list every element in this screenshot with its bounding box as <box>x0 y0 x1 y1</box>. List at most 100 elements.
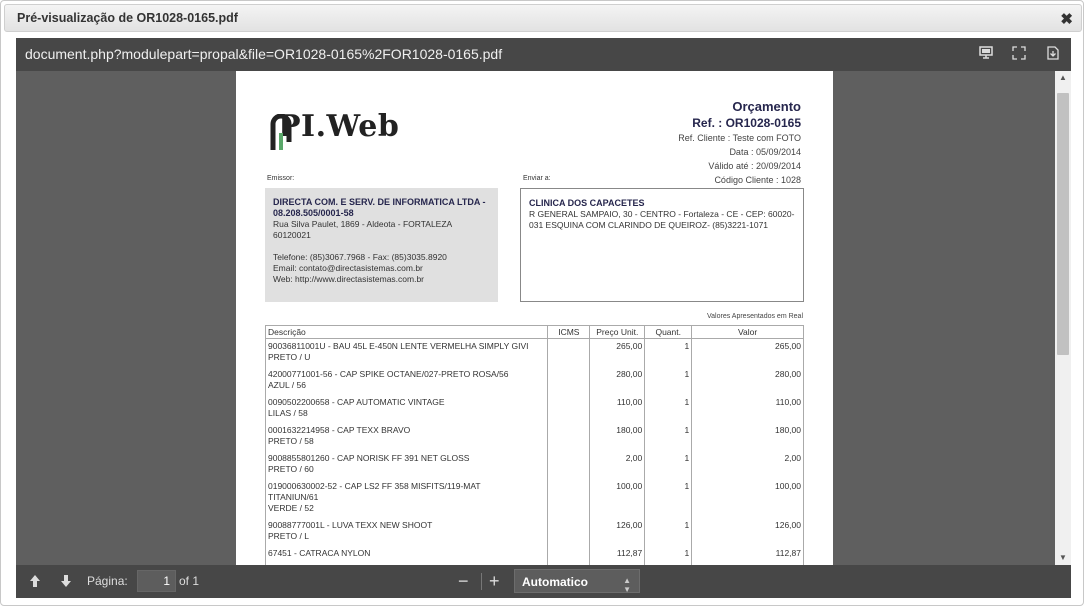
line-unit-price: 2,00 <box>589 451 646 479</box>
line-icms <box>547 451 591 479</box>
logo-mark-icon <box>270 114 292 150</box>
scroll-down-icon[interactable]: ▼ <box>1055 551 1071 565</box>
line-desc: 90088777001L - LUVA TEXX NEW SHOOT PRETO… <box>264 518 549 546</box>
line-unit-price: 126,00 <box>589 518 646 546</box>
emissor-phone: Telefone: (85)3067.7968 - Fax: (85)3035.… <box>273 252 447 262</box>
emissor-name: DIRECTA COM. E SERV. DE INFORMATICA LTDA… <box>273 197 486 218</box>
table-row: 9008855801260 - CAP NORISK FF 391 NET GL… <box>264 451 804 479</box>
close-icon[interactable]: ✖ <box>1060 10 1073 28</box>
viewer-toolbar: document.php?modulepart=propal&file=OR10… <box>16 38 1071 71</box>
col-value: Valor <box>691 325 804 339</box>
currency-note: Valores Apresentados em Real <box>707 313 803 320</box>
line-icms <box>547 546 591 565</box>
scrollbar-thumb[interactable] <box>1057 93 1069 355</box>
line-qty: 1 <box>644 451 693 479</box>
page-label: Página: <box>87 574 128 588</box>
emissor-address: Rua Silva Paulet, 1869 - Aldeota - FORTA… <box>273 219 452 240</box>
line-value: 265,00 <box>691 338 804 367</box>
preview-dialog: Pré-visualização de OR1028-0165.pdf ✖ do… <box>0 0 1084 606</box>
lines-table: Descrição ICMS Preço Unit. Quant. Valor … <box>264 325 804 565</box>
line-desc: 90036811001U - BAU 45L E-450N LENTE VERM… <box>264 338 549 367</box>
doc-client-code: Código Cliente : 1028 <box>714 175 801 185</box>
dialog-titlebar: Pré-visualização de OR1028-0165.pdf ✖ <box>4 4 1082 32</box>
viewer-bottom-toolbar: Página: of 1 − + Automatico ▲▼ <box>16 565 1071 598</box>
line-unit-price: 180,00 <box>589 423 646 451</box>
line-qty: 1 <box>644 367 693 395</box>
line-desc: 0001632214958 - CAP TEXX BRAVO PRETO / 5… <box>264 423 549 451</box>
table-row: 90036811001U - BAU 45L E-450N LENTE VERM… <box>264 338 804 367</box>
line-desc: 0090502200658 - CAP AUTOMATIC VINTAGE LI… <box>264 395 549 423</box>
line-icms <box>547 338 591 367</box>
line-qty: 1 <box>644 423 693 451</box>
line-qty: 1 <box>644 518 693 546</box>
emissor-web: Web: http://www.directasistemas.com.br <box>273 274 425 284</box>
col-qty: Quant. <box>644 325 693 339</box>
page-number-input[interactable] <box>137 570 176 592</box>
dialog-title: Pré-visualização de OR1028-0165.pdf <box>17 11 238 25</box>
line-desc: 9008855801260 - CAP NORISK FF 391 NET GL… <box>264 451 549 479</box>
line-desc: 019000630002-52 - CAP LS2 FF 358 MISFITS… <box>264 479 549 518</box>
table-row: 42000771001-56 - CAP SPIKE OCTANE/027-PR… <box>264 367 804 395</box>
doc-type: Orçamento <box>732 99 801 114</box>
doc-header: Orçamento Ref. : OR1028-0165 Ref. Client… <box>678 99 801 187</box>
vertical-scrollbar[interactable]: ▲ ▼ <box>1055 71 1071 565</box>
line-icms <box>547 518 591 546</box>
col-icms: ICMS <box>547 325 591 339</box>
select-caret-icon: ▲ ▼ <box>623 576 631 594</box>
line-unit-price: 280,00 <box>589 367 646 395</box>
line-icms <box>547 395 591 423</box>
table-header: Descrição ICMS Preço Unit. Quant. Valor <box>264 325 804 339</box>
scroll-up-icon[interactable]: ▲ <box>1055 71 1071 85</box>
zoom-in-button[interactable]: + <box>489 571 500 591</box>
line-value: 100,00 <box>691 479 804 518</box>
emissor-email: Email: contato@directasistemas.com.br <box>273 263 423 273</box>
line-value: 280,00 <box>691 367 804 395</box>
doc-ref-client: Ref. Cliente : Teste com FOTO <box>678 133 801 143</box>
next-page-icon[interactable] <box>59 574 73 588</box>
line-value: 2,00 <box>691 451 804 479</box>
line-unit-price: 100,00 <box>589 479 646 518</box>
presentation-mode-icon[interactable] <box>978 46 994 62</box>
col-unit-price: Preço Unit. <box>589 325 646 339</box>
line-icms <box>547 423 591 451</box>
table-row: 90088777001L - LUVA TEXX NEW SHOOT PRETO… <box>264 518 804 546</box>
table-row: 0090502200658 - CAP AUTOMATIC VINTAGE LI… <box>264 395 804 423</box>
viewer-content[interactable]: PI.Web Orçamento Ref. : OR1028-0165 Ref.… <box>16 71 1071 565</box>
fullscreen-icon[interactable] <box>1011 46 1027 62</box>
viewer-file-title: document.php?modulepart=propal&file=OR10… <box>25 46 503 62</box>
line-unit-price: 110,00 <box>589 395 646 423</box>
download-icon[interactable] <box>1045 46 1061 62</box>
line-icms <box>547 367 591 395</box>
table-row: 0001632214958 - CAP TEXX BRAVO PRETO / 5… <box>264 423 804 451</box>
emissor-box: DIRECTA COM. E SERV. DE INFORMATICA LTDA… <box>265 188 498 302</box>
dest-label: Enviar a: <box>523 175 551 182</box>
line-qty: 1 <box>644 546 693 565</box>
col-desc: Descrição <box>264 325 549 339</box>
page-count: of 1 <box>179 574 200 588</box>
line-value: 180,00 <box>691 423 804 451</box>
pdf-page: PI.Web Orçamento Ref. : OR1028-0165 Ref.… <box>236 71 833 565</box>
doc-date: Data : 05/09/2014 <box>729 147 801 157</box>
table-row: 67451 - CATRACA NYLON 112,87 1 112,87 <box>264 546 804 565</box>
line-unit-price: 265,00 <box>589 338 646 367</box>
zoom-select[interactable]: Automatico ▲ ▼ <box>514 569 640 594</box>
zoom-select-value: Automatico <box>522 575 588 589</box>
recipient-address: R GENERAL SAMPAIO, 30 - CENTRO - Fortale… <box>529 209 795 230</box>
line-icms <box>547 479 591 518</box>
line-value: 110,00 <box>691 395 804 423</box>
zoom-out-button[interactable]: − <box>458 571 469 591</box>
line-unit-price: 112,87 <box>589 546 646 565</box>
prev-page-icon[interactable] <box>28 574 42 588</box>
line-qty: 1 <box>644 338 693 367</box>
zoom-separator <box>481 573 482 590</box>
line-value: 112,87 <box>691 546 804 565</box>
pdf-viewer: document.php?modulepart=propal&file=OR10… <box>16 38 1071 598</box>
recipient-box: CLINICA DOS CAPACETES R GENERAL SAMPAIO,… <box>520 188 804 302</box>
line-qty: 1 <box>644 395 693 423</box>
line-desc: 42000771001-56 - CAP SPIKE OCTANE/027-PR… <box>264 367 549 395</box>
table-row: 019000630002-52 - CAP LS2 FF 358 MISFITS… <box>264 479 804 518</box>
line-qty: 1 <box>644 479 693 518</box>
line-value: 126,00 <box>691 518 804 546</box>
recipient-name: CLINICA DOS CAPACETES <box>529 198 645 208</box>
doc-valid-until: Válido até : 20/09/2014 <box>708 161 801 171</box>
